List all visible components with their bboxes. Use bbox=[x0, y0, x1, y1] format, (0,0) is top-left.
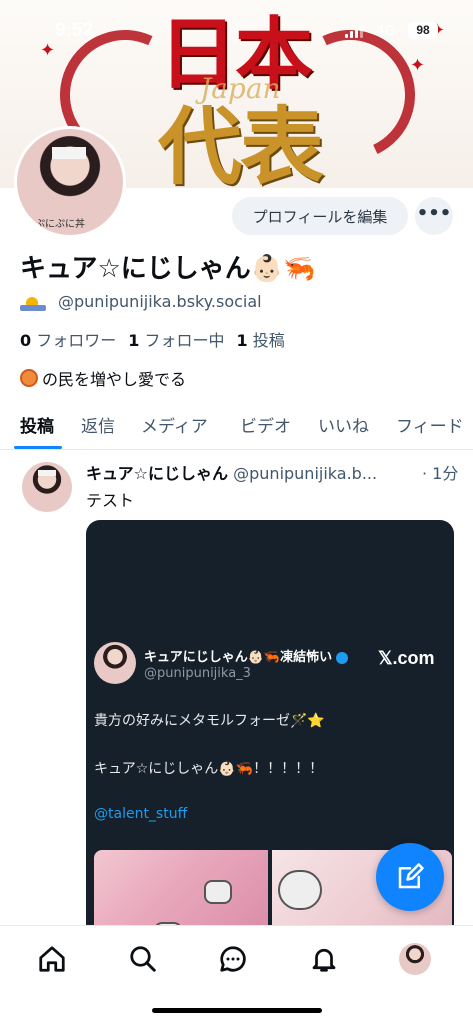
profile-handle: @punipunijika.bsky.social bbox=[58, 292, 262, 311]
tab-likes[interactable]: いいね bbox=[318, 412, 369, 437]
bell-icon bbox=[312, 948, 336, 972]
avatar-caption: ぷにぷに丼 bbox=[35, 219, 85, 230]
verified-badge-icon bbox=[336, 651, 349, 664]
handle-row: @punipunijika.bsky.social bbox=[20, 292, 262, 311]
following-stat[interactable]: 1 フォロー中 bbox=[128, 327, 224, 351]
nav-profile-avatar[interactable] bbox=[399, 943, 431, 975]
nav-search[interactable] bbox=[126, 942, 160, 976]
cat-sticker bbox=[204, 880, 232, 904]
compose-icon bbox=[398, 863, 424, 889]
shrimp-icon bbox=[20, 369, 38, 387]
profile-stats: 0 フォロワー 1 フォロー中 1 投稿 bbox=[20, 327, 285, 351]
tab-videos[interactable]: ビデオ bbox=[240, 412, 291, 437]
nav-chat[interactable] bbox=[216, 942, 250, 976]
nav-notifications[interactable] bbox=[307, 942, 341, 976]
battery-indicator: 98 bbox=[408, 22, 438, 39]
post-header: キュア☆にじしゃん @punipunijika.b... bbox=[86, 460, 466, 484]
avatar-blur-bar bbox=[52, 147, 86, 159]
tab-posts[interactable]: 投稿 bbox=[20, 412, 54, 437]
profile-bio: の民を増やし愛でる bbox=[20, 366, 186, 390]
embed-text-line-1: 貴方の好みにメタモルフォーゼ🪄⭐ bbox=[94, 713, 325, 729]
cat-sticker bbox=[278, 870, 322, 910]
embed-avatar bbox=[94, 642, 136, 684]
home-icon bbox=[39, 946, 65, 972]
bio-text: の民を増やし愛でる bbox=[42, 370, 187, 389]
sparkle-icon: ✦ bbox=[410, 55, 426, 76]
chat-icon bbox=[220, 946, 246, 972]
home-indicator bbox=[152, 1008, 322, 1013]
embed-text-line-2: キュア☆にじしゃん👶🏻🦐！！！！！ bbox=[94, 761, 324, 777]
embed-author-name: キュアにじしゃん👶🏻🦐凍結怖い bbox=[144, 646, 349, 665]
display-name: キュア☆にじしゃん👶🏻🦐 bbox=[20, 254, 316, 284]
status-time: 9:52 bbox=[55, 20, 94, 41]
sunrise-icon bbox=[20, 293, 46, 311]
post-author-name[interactable]: キュア☆にじしゃん bbox=[86, 464, 228, 483]
edit-profile-button[interactable]: プロフィールを編集 bbox=[232, 197, 408, 235]
bottom-navigation bbox=[0, 925, 473, 1024]
network-type: 4G bbox=[376, 22, 397, 39]
status-bar: 9:52 4G 98 bbox=[0, 0, 473, 50]
active-tab-indicator bbox=[14, 446, 62, 449]
compose-post-button[interactable] bbox=[376, 843, 444, 911]
profile-avatar[interactable]: ぷにぷに丼 bbox=[14, 126, 126, 238]
post-text: テスト bbox=[86, 491, 135, 510]
profile-tabs: 投稿 返信 メディア ビデオ いいね フィード bbox=[0, 400, 473, 450]
embed-mention-link: @talent_stuff bbox=[94, 806, 188, 822]
more-options-button[interactable]: ••• bbox=[415, 197, 453, 235]
banner-title-bottom: 代表 bbox=[157, 97, 324, 188]
x-logo-icon: 𝕏.com bbox=[378, 648, 435, 668]
tab-replies[interactable]: 返信 bbox=[81, 412, 115, 437]
followers-stat[interactable]: 0 フォロワー bbox=[20, 327, 116, 351]
post-author-avatar[interactable] bbox=[22, 462, 72, 512]
embed-author-handle: @punipunijika_3 bbox=[144, 666, 251, 681]
tab-feeds[interactable]: フィード bbox=[396, 412, 464, 437]
nav-home[interactable] bbox=[35, 942, 69, 976]
post-author-handle[interactable]: @punipunijika.b... bbox=[233, 464, 377, 483]
search-icon bbox=[130, 946, 156, 972]
tab-media[interactable]: メディア bbox=[141, 412, 208, 437]
signal-icon bbox=[345, 24, 365, 38]
post-timestamp: · 1分 bbox=[418, 460, 459, 484]
posts-stat: 1 投稿 bbox=[236, 331, 285, 350]
